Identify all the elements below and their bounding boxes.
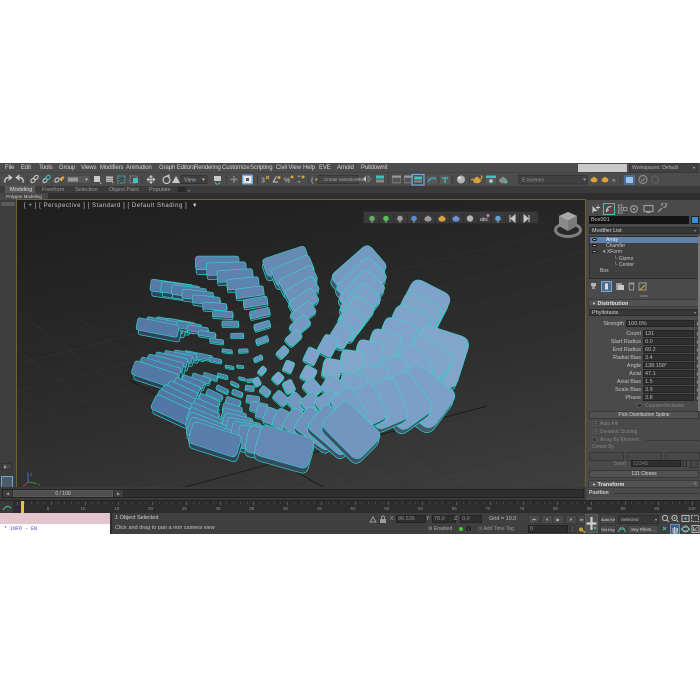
svg-text:View: View bbox=[184, 178, 196, 184]
svg-text:3: 3 bbox=[261, 178, 265, 185]
svg-text:»: » bbox=[612, 178, 616, 184]
svg-text:z: z bbox=[30, 472, 33, 477]
svg-text:E:\scenes: E:\scenes bbox=[522, 178, 544, 184]
svg-text:%: % bbox=[284, 178, 290, 185]
svg-text:abc: abc bbox=[480, 217, 489, 223]
svg-text:{: { bbox=[311, 177, 314, 184]
